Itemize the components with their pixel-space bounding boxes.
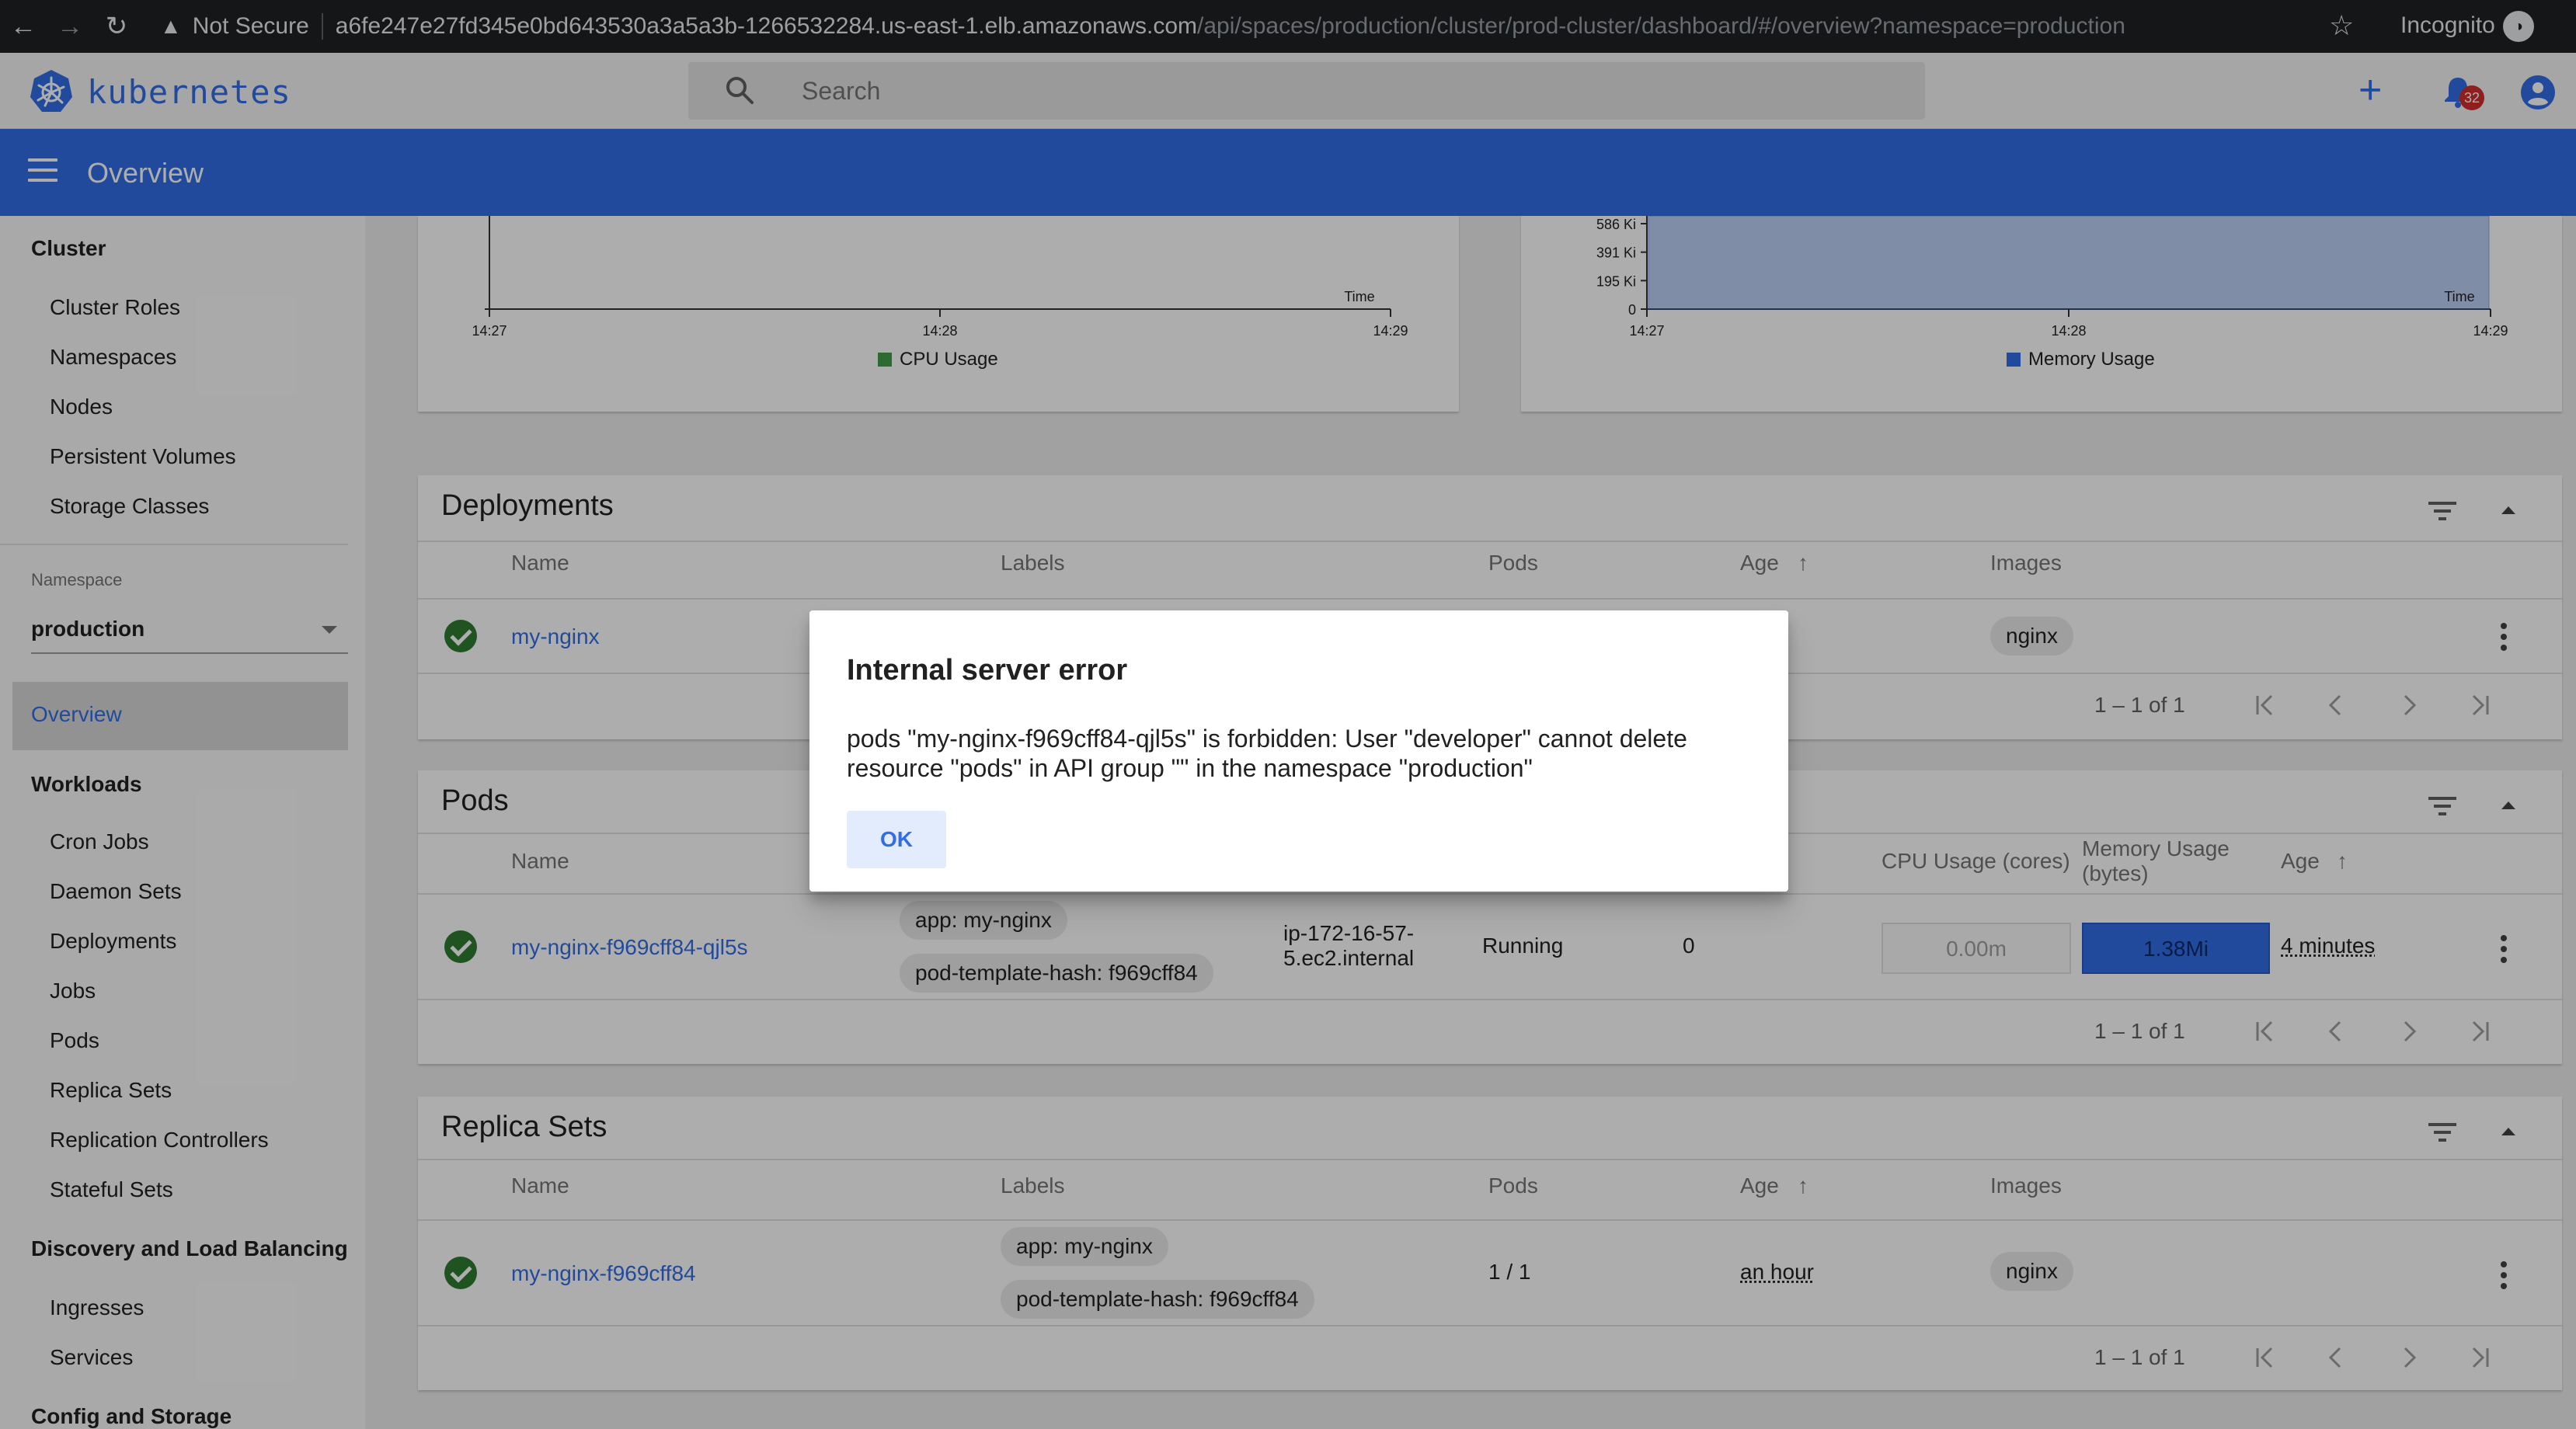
dialog-message-line: pods "my-nginx-f969cff84-qjl5s" is forbi…	[847, 725, 1687, 753]
error-dialog: Internal server error pods "my-nginx-f96…	[809, 610, 1788, 892]
dialog-title: Internal server error	[847, 654, 1128, 687]
dialog-message-line: resource "pods" in API group "" in the n…	[847, 754, 1533, 782]
dialog-ok-button[interactable]: OK	[847, 811, 946, 868]
dialog-message: pods "my-nginx-f969cff84-qjl5s" is forbi…	[847, 724, 1748, 783]
